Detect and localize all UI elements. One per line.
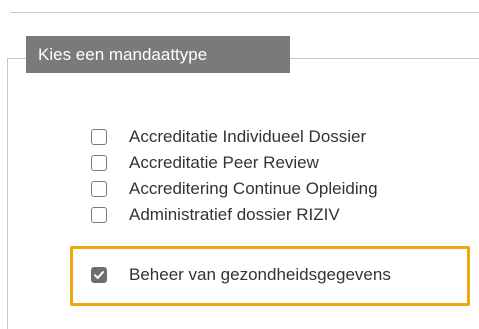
checkbox[interactable] xyxy=(91,207,107,223)
option-label: Accreditatie Peer Review xyxy=(129,153,319,172)
fieldset-legend: Kies een mandaattype xyxy=(26,36,290,73)
top-divider xyxy=(10,12,479,13)
option-label: Accreditatie Individueel Dossier xyxy=(129,127,367,146)
option-label: Administratief dossier RIZIV xyxy=(129,205,340,224)
checkbox[interactable] xyxy=(91,181,107,197)
checkmark-icon xyxy=(94,271,104,279)
checkbox[interactable] xyxy=(91,155,107,171)
option-administratief-dossier-riziv[interactable]: Administratief dossier RIZIV xyxy=(91,202,340,228)
option-beheer-van-gezondheidsgegevens[interactable]: Beheer van gezondheidsgegevens xyxy=(91,262,391,288)
option-accreditatie-individueel-dossier[interactable]: Accreditatie Individueel Dossier xyxy=(91,124,366,150)
checkbox[interactable] xyxy=(91,129,107,145)
option-label: Beheer van gezondheidsgegevens xyxy=(129,265,391,284)
checkbox-checked[interactable] xyxy=(91,267,107,283)
option-label: Accreditering Continue Opleiding xyxy=(129,179,378,198)
option-accreditering-continue-opleiding[interactable]: Accreditering Continue Opleiding xyxy=(91,176,378,202)
option-accreditatie-peer-review[interactable]: Accreditatie Peer Review xyxy=(91,150,319,176)
